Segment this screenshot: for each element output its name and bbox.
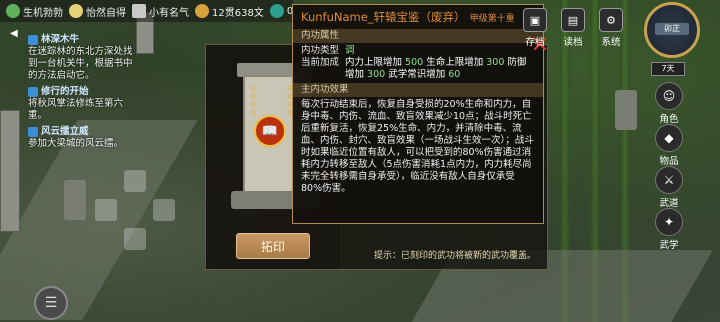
martial-arts-button[interactable]: ✦ 武学 bbox=[652, 208, 686, 251]
day-counter: 7天 bbox=[651, 62, 685, 76]
collapse-quests-icon[interactable]: ◀ bbox=[10, 28, 22, 42]
skill-type-value: 调 bbox=[345, 45, 355, 56]
quest-icon bbox=[28, 87, 38, 97]
bag-icon: ◆ bbox=[655, 124, 683, 152]
dpad-right[interactable] bbox=[153, 199, 175, 221]
skill-type-row: 内功类型 调 bbox=[293, 45, 543, 57]
stone-pillar bbox=[0, 110, 20, 232]
quest-icon bbox=[28, 127, 38, 137]
health-icon bbox=[6, 4, 20, 18]
quest-item[interactable]: 修行的开始 将秋风掌法修炼至第六重。 bbox=[28, 86, 136, 122]
section-header: 内功属性 bbox=[293, 29, 543, 43]
skill-type-label: 内功类型 bbox=[301, 45, 340, 56]
stone-lantern bbox=[615, 90, 637, 130]
character-button[interactable]: ☺ 角色 bbox=[652, 82, 686, 125]
fame-status: 小有名气 bbox=[132, 4, 189, 19]
health-status-label: 生机勃勃 bbox=[23, 7, 63, 19]
section-header: 主内功效果 bbox=[293, 83, 543, 97]
imprint-button[interactable]: 拓印 bbox=[236, 233, 310, 259]
bonus-number: 60 bbox=[448, 69, 461, 80]
quest-title: 修行的开始 bbox=[41, 86, 89, 97]
quest-title: 林深木牛 bbox=[41, 34, 80, 45]
skill-book-icon[interactable]: 📖 bbox=[254, 115, 286, 147]
time-label: 卯正 bbox=[655, 23, 689, 35]
dpad-left[interactable] bbox=[95, 199, 117, 221]
bonus-text: 武学常识增加 bbox=[388, 69, 446, 80]
save-label: 存档 bbox=[525, 37, 545, 48]
skill-grade: 甲级第十重 bbox=[469, 14, 515, 24]
stone-lantern bbox=[64, 180, 86, 220]
status-bar: 生机勃勃 怡然自得 小有名气 12贯638文 0 bbox=[0, 0, 294, 22]
stele-script: ⁞⁞ ⁞⁞ ⁞⁞ ⁞⁞ bbox=[251, 85, 256, 117]
movement-dpad[interactable] bbox=[95, 170, 175, 250]
quest-icon bbox=[28, 35, 38, 45]
bonus-number: 300 bbox=[367, 69, 386, 80]
bonus-number: 500 bbox=[405, 57, 424, 68]
martial-arts-label: 武学 bbox=[659, 240, 679, 251]
health-status: 生机勃勃 bbox=[6, 4, 63, 19]
quest-item[interactable]: 风云擂立威 参加大梁城的风云擂。 bbox=[28, 126, 136, 150]
load-label: 读档 bbox=[563, 37, 583, 48]
load-button[interactable]: ▤ 读档 bbox=[556, 8, 590, 48]
time-dial: 卯正 bbox=[644, 2, 700, 58]
stele-script: ⁞⁞ ⁞⁞ ⁞⁞ ⁞⁞ bbox=[287, 85, 292, 117]
money-status: 12贯638文 bbox=[195, 4, 264, 19]
quest-list: 林深木牛 在迷踪林的东北方深处找到一台机关牛，根据书中的方法启动它。 修行的开始… bbox=[28, 30, 136, 150]
sword-icon: ⚔ bbox=[655, 166, 683, 194]
quest-description: 在迷踪林的东北方深处找到一台机关牛，根据书中的方法启动它。 bbox=[28, 46, 133, 81]
fame-status-label: 小有名气 bbox=[149, 7, 189, 19]
coin-icon bbox=[195, 4, 209, 18]
skill-effect-text: 每次行动结束后，恢复自身受损的20%生命和内力，自身中毒、内伤、流血、致盲效果减… bbox=[301, 99, 534, 194]
jade-icon bbox=[269, 4, 284, 18]
bonus-label: 当前加成 bbox=[301, 57, 340, 68]
imprint-hint: 提示：已刻印的武功将被新的武功覆盖。 bbox=[374, 251, 537, 261]
money-value: 12贯638文 bbox=[212, 7, 264, 19]
system-button[interactable]: ⚙ 系统 bbox=[594, 8, 628, 48]
bonus-value: 内力上限增加 500 生命上限增加 300 防御增加 300 武学常识增加 60 bbox=[345, 57, 535, 81]
mood-status-label: 怡然自得 bbox=[86, 7, 126, 19]
quest-item[interactable]: 林深木牛 在迷踪林的东北方深处找到一台机关牛，根据书中的方法启动它。 bbox=[28, 34, 136, 82]
mood-status: 怡然自得 bbox=[69, 4, 126, 19]
quest-title: 风云擂立威 bbox=[41, 126, 89, 137]
dpad-down[interactable] bbox=[124, 228, 146, 250]
main-menu-button[interactable]: ☰ bbox=[34, 286, 68, 320]
save-icon: ▣ bbox=[523, 8, 547, 32]
gear-icon: ⚙ bbox=[599, 8, 623, 32]
token-status: 0 bbox=[269, 4, 293, 18]
save-button[interactable]: ▣ 存档 bbox=[518, 8, 552, 48]
bonus-number: 300 bbox=[486, 57, 505, 68]
load-icon: ▤ bbox=[561, 8, 585, 32]
bonus-text: 内力上限增加 bbox=[345, 57, 403, 68]
scroll-icon: ✦ bbox=[655, 208, 683, 236]
bonus-text: 生命上限增加 bbox=[426, 57, 484, 68]
dpad-up[interactable] bbox=[124, 170, 146, 192]
skill-tooltip: KunfuName_轩辕宝鉴（废弃） 甲级第十重 内功属性 内功类型 调 当前加… bbox=[292, 4, 544, 224]
book-icon bbox=[132, 4, 146, 18]
smile-icon bbox=[69, 4, 83, 18]
bonus-row: 当前加成 内力上限增加 500 生命上限增加 300 防御增加 300 武学常识… bbox=[293, 57, 543, 81]
skill-name: KunfuName_轩辕宝鉴（废弃） bbox=[301, 10, 466, 24]
character-icon: ☺ bbox=[655, 82, 683, 110]
items-button[interactable]: ◆ 物品 bbox=[652, 124, 686, 167]
quest-description: 参加大梁城的风云擂。 bbox=[28, 138, 124, 149]
martial-path-button[interactable]: ⚔ 武道 bbox=[652, 166, 686, 209]
quest-description: 将秋风掌法修炼至第六重。 bbox=[28, 98, 124, 121]
menu-icon: ☰ bbox=[44, 295, 58, 311]
system-label: 系统 bbox=[601, 37, 621, 48]
